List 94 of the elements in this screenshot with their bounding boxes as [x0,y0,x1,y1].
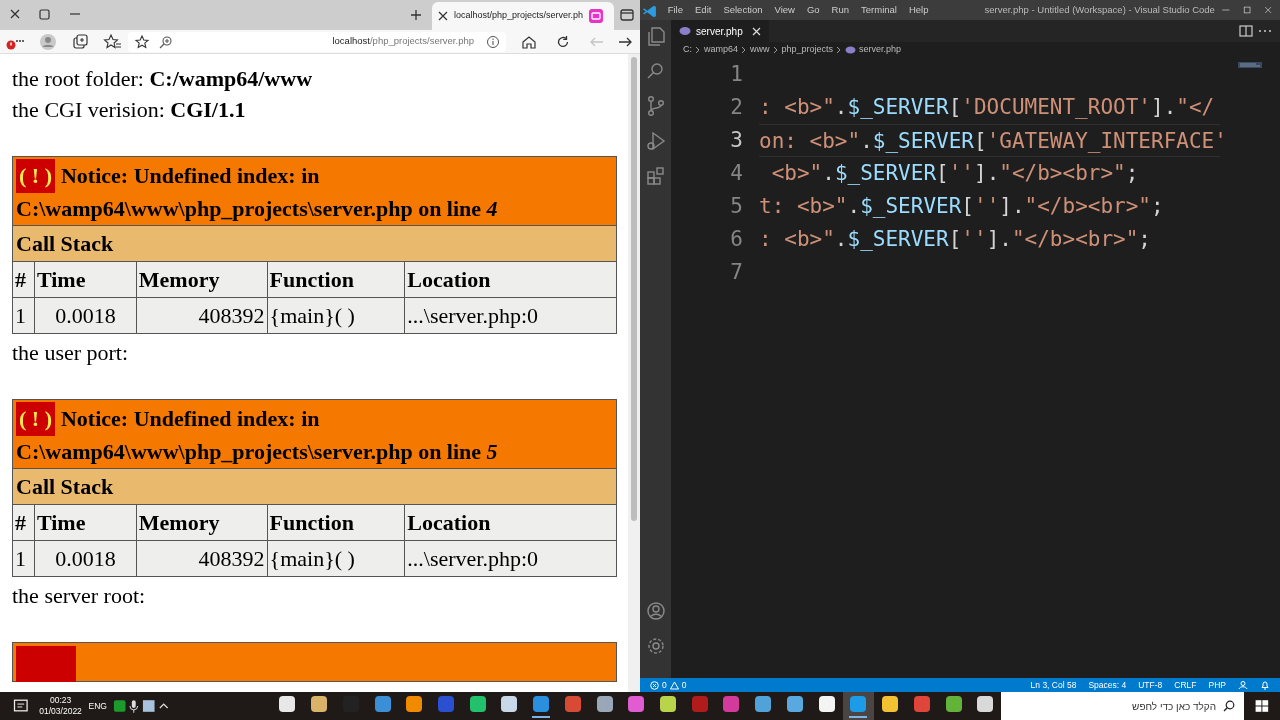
zoom-icon[interactable] [158,33,174,50]
add-favorite-icon[interactable] [134,33,150,50]
table-cell: {main}( ) [267,540,405,577]
error-icon [650,680,659,690]
tray-icon[interactable] [141,698,157,714]
chevron-icon [695,46,701,54]
status-item[interactable]: CRLF [1174,678,1197,692]
editor-tab[interactable]: server.php [671,20,769,42]
tab-title: localhost/php_projects/server.ph [454,9,584,23]
code-line: on: <b>".$_SERVER['GATEWAY_INTERFACE' [759,124,1220,157]
column-header: Memory [136,261,268,298]
info-icon[interactable] [486,34,500,49]
tab-label: server.php [696,24,743,39]
menu-item[interactable]: View [768,2,801,18]
php-file-icon [679,26,691,36]
minimap-drawing[interactable] [1238,62,1262,70]
php-file-icon [845,46,857,54]
column-header: Time [34,504,137,541]
breadcrumb-item[interactable]: www [750,43,770,57]
table-cell: ...\server.php:0 [404,297,617,334]
browser-tab[interactable]: localhost/php_projects/server.ph [432,2,614,30]
window-title: server.php - Untitled (Workspace) - Visual Studio Code [984,2,1215,17]
notice-message: ( ! ) Notice: Undefined index: in C:\wamp64\www\php_projects\server.php on line 5 [12,399,617,469]
menu-item[interactable]: Terminal [855,2,903,18]
url-text[interactable]: localhost/php_projects/server.php [332,34,474,49]
line-number: 4 [730,160,743,187]
breadcrumb-item[interactable]: server.php [859,43,902,57]
table-cell: 1 [12,297,35,334]
status-item[interactable]: UTF-8 [1138,678,1163,692]
breadcrumb-item[interactable]: php_projects [781,43,834,57]
page-text: the user port: [12,339,130,367]
page-text: the root folder: C:/wamp64/www [12,65,314,93]
search-field[interactable]: הקלד כאן כדי לחפש [1001,692,1245,720]
page-text: the CGI verision: CGI/1.1 [12,96,247,124]
column-header: Location [404,504,617,541]
line-number: 3 [730,127,743,154]
menu-item[interactable]: File [661,2,689,18]
table-cell: 1 [12,540,35,577]
site-icon [589,9,604,23]
call-stack-title: Call Stack [12,225,617,262]
collections-icon[interactable] [70,31,90,52]
menu-item[interactable]: Edit [689,2,718,18]
column-header: # [12,261,35,298]
error-badge [16,646,76,682]
close-icon[interactable] [438,11,448,21]
status-item[interactable]: PHP [1208,678,1226,692]
favorites-icon[interactable] [102,31,122,52]
table-cell: 408392 [136,297,268,334]
scrollbar-thumb[interactable] [631,57,637,521]
menu-item[interactable]: Go [800,2,826,18]
page-text: the server root: [12,582,147,610]
warning-icon [669,680,679,690]
chevron-icon [741,46,748,54]
table-cell: 0.0018 [34,297,137,334]
chevron-icon [772,46,779,54]
search-icon [1223,700,1236,712]
tray-icon[interactable] [112,698,128,714]
profile-icon[interactable] [38,31,58,52]
table-cell: ...\server.php:0 [404,540,617,577]
problems-indicator[interactable]: 0 0 [650,678,687,692]
table-cell: {main}( ) [267,297,405,334]
column-header: # [12,504,35,541]
line-number: 1 [730,61,743,88]
chevron-icon [836,46,843,54]
table-cell: 408392 [136,540,268,577]
column-header: Location [404,261,617,298]
code-line: <b>".$_SERVER['']."</b><br>"; [770,160,1140,187]
code-line: t: <b>".$_SERVER['']."</b><br>"; [759,193,1165,220]
line-number: 6 [730,226,743,253]
address-bar[interactable]: localhost/php_projects/server.php [128,31,506,52]
split-editor-icon[interactable] [1238,24,1254,38]
line-number: 5 [730,193,743,220]
call-stack-title: Call Stack [12,468,617,505]
line-number: 2 [730,94,743,121]
notice-message: ( ! ) Notice: Undefined index: in C:\wamp64\www\php_projects\server.php on line 4 [12,156,617,226]
column-header: Time [34,261,137,298]
column-header: Function [267,261,405,298]
menu-item[interactable]: Run [825,2,856,18]
breadcrumb-item[interactable]: wamp64 [704,43,739,57]
menu-item[interactable]: Selection [717,2,769,18]
status-item[interactable]: Spaces: 4 [1088,678,1127,692]
code-line: : <b>".$_SERVER['']."</b><br>"; [759,226,1152,253]
status-item[interactable]: Ln 3, Col 58 [1030,678,1077,692]
taskbar-app-icon[interactable] [842,692,875,720]
table-cell: 0.0018 [34,540,137,577]
column-header: Memory [136,504,268,541]
line-number: 7 [730,259,743,286]
menu-item[interactable]: Help [902,2,935,18]
breadcrumb-item[interactable]: C: [683,43,692,57]
column-header: Function [267,504,405,541]
language-indicator[interactable]: ENG [88,699,107,713]
feedback-icon[interactable] [1238,680,1248,690]
code-line: : <b>".$_SERVER['DOCUMENT_ROOT']."</ [759,94,1216,121]
microphone-icon[interactable] [127,698,141,714]
